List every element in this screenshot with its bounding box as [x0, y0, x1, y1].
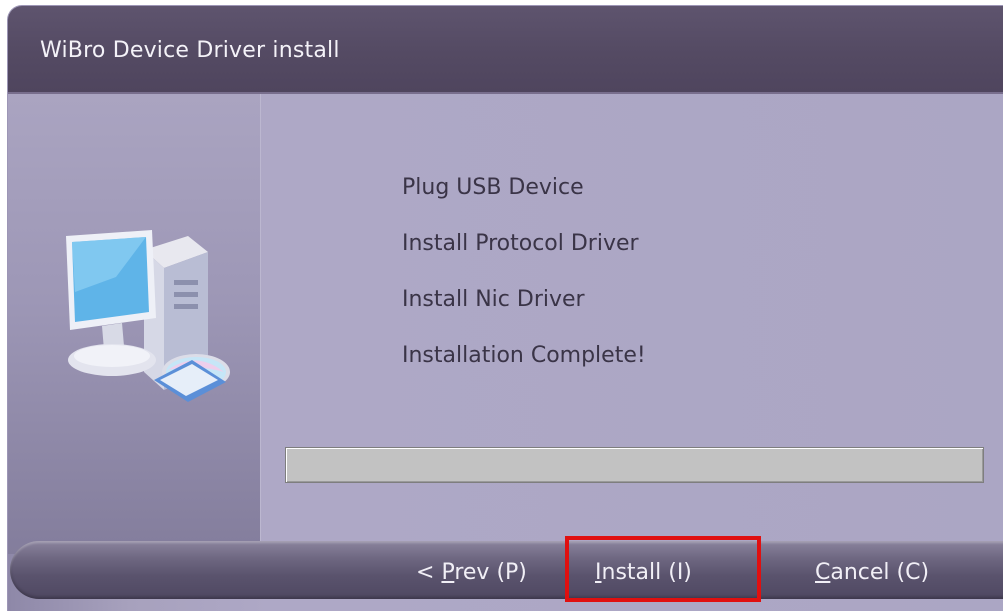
left-graphic-panel — [8, 94, 261, 554]
install-steps-list: Plug USB Device Install Protocol Driver … — [402, 176, 646, 400]
prev-button[interactable]: < Prev (P) — [416, 560, 527, 585]
window-title: WiBro Device Driver install — [40, 38, 340, 63]
step-plug-usb: Plug USB Device — [402, 175, 584, 200]
cancel-button-mnemonic: C — [815, 560, 831, 585]
step-nic-driver: Install Nic Driver — [402, 287, 585, 312]
prev-button-mnemonic: P — [441, 560, 455, 585]
installer-window: WiBro Device Driver install Plug USB Dev… — [8, 6, 1003, 611]
step-protocol-driver: Install Protocol Driver — [402, 231, 639, 256]
title-bar[interactable]: WiBro Device Driver install — [8, 6, 1003, 94]
computer-cd-icon — [66, 230, 230, 402]
install-button[interactable]: Install (I) — [595, 560, 692, 585]
prev-button-label: rev (P) — [454, 560, 527, 585]
install-progress-bar — [285, 447, 984, 483]
cancel-button-label: ancel (C) — [830, 560, 930, 585]
install-button-label: nstall (I) — [601, 560, 692, 585]
prev-button-prefix: < — [416, 560, 442, 585]
cancel-button[interactable]: Cancel (C) — [815, 560, 929, 585]
step-installation-complete: Installation Complete! — [402, 343, 646, 368]
